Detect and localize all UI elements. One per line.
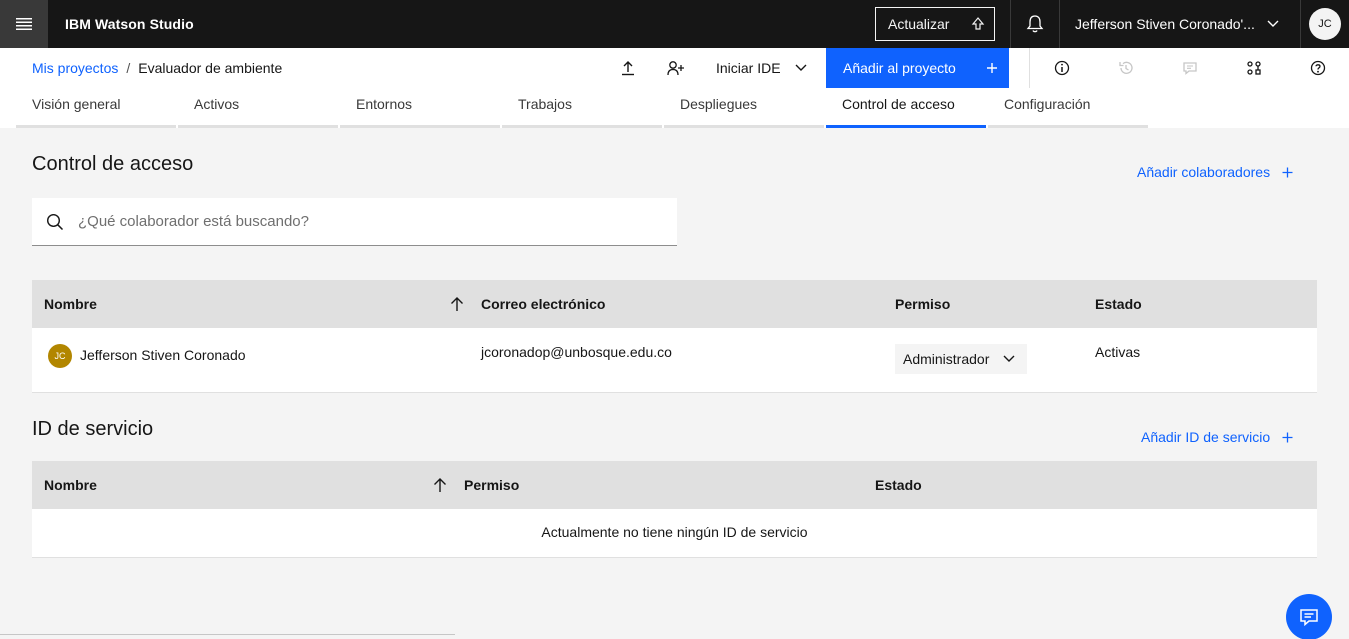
plus-icon: [986, 63, 997, 73]
search-input[interactable]: [78, 213, 638, 230]
chat-icon: [1300, 609, 1318, 627]
permission-dropdown[interactable]: Administrador: [895, 344, 1027, 374]
column-header-name[interactable]: Nombre: [44, 280, 97, 328]
start-ide-dropdown[interactable]: Iniciar IDE: [704, 48, 819, 88]
avatar: JC: [48, 344, 72, 368]
search-icon: [46, 213, 64, 230]
chevron-down-icon: [1003, 355, 1015, 362]
avatar[interactable]: JC: [1309, 8, 1341, 40]
collaborator-status: Activas: [1095, 344, 1141, 360]
collaborator-search: [32, 198, 677, 246]
service-id-table-header: Nombre Permiso Estado: [32, 461, 1317, 509]
add-service-id-link[interactable]: Añadir ID de servicio: [1141, 429, 1293, 445]
section-title-access-control: Control de acceso: [32, 153, 194, 175]
help-icon[interactable]: [1294, 48, 1342, 88]
section-title-service-id: ID de servicio: [32, 418, 154, 440]
column-header-status[interactable]: Estado: [1095, 280, 1142, 328]
empty-state-message: Actualmente no tiene ningún ID de servic…: [541, 524, 808, 540]
collaborator-email: jcoronadop@unbosque.edu.co: [481, 344, 672, 360]
breadcrumb-current: Evaluador de ambiente: [138, 60, 283, 76]
history-icon[interactable]: [1102, 48, 1150, 88]
update-button-label: Actualizar: [888, 16, 950, 32]
breadcrumb-separator: /: [126, 60, 131, 76]
add-to-project-button[interactable]: Añadir al proyecto: [826, 48, 1009, 88]
add-user-icon[interactable]: [652, 48, 700, 88]
column-header-permission[interactable]: Permiso: [895, 280, 950, 328]
upload-icon[interactable]: [604, 48, 652, 88]
collaborators-table-header: Nombre Correo electrónico Permiso Estado: [32, 280, 1317, 328]
user-name: Jefferson Stiven Coronado'...: [1075, 16, 1255, 32]
tab-settings[interactable]: Configuración: [988, 88, 1148, 128]
breadcrumb: Mis proyectos / Evaluador de ambiente: [32, 48, 282, 88]
chat-button[interactable]: [1286, 594, 1332, 639]
tab-jobs[interactable]: Trabajos: [502, 88, 662, 128]
project-tabs: Visión general Activos Entornos Trabajos…: [0, 88, 1349, 128]
chevron-down-icon: [795, 64, 807, 71]
arrow-up-icon[interactable]: [433, 477, 447, 493]
table-row: JC Jefferson Stiven Coronado jcoronadop@…: [32, 328, 1317, 393]
plus-icon: [1282, 432, 1293, 442]
divider: [1029, 48, 1030, 88]
top-header: IBM Watson Studio Actualizar Jefferson S…: [0, 0, 1349, 48]
data-flow-icon[interactable]: [1230, 48, 1278, 88]
column-header-name[interactable]: Nombre: [44, 461, 97, 509]
upgrade-icon: [972, 17, 985, 30]
breadcrumb-my-projects[interactable]: Mis proyectos: [32, 60, 118, 76]
add-collaborators-label: Añadir colaboradores: [1137, 164, 1271, 180]
permission-value: Administrador: [903, 351, 990, 367]
user-account-menu[interactable]: Jefferson Stiven Coronado'...: [1060, 0, 1300, 48]
empty-state-row: Actualmente no tiene ningún ID de servic…: [32, 509, 1317, 558]
product-name[interactable]: IBM Watson Studio: [65, 0, 194, 48]
tab-access-control[interactable]: Control de acceso: [826, 88, 986, 128]
column-header-permission[interactable]: Permiso: [464, 461, 519, 509]
comment-icon[interactable]: [1166, 48, 1214, 88]
tab-overview[interactable]: Visión general: [16, 88, 176, 128]
start-ide-label: Iniciar IDE: [716, 60, 781, 76]
collaborator-name: Jefferson Stiven Coronado: [80, 347, 246, 363]
add-to-project-label: Añadir al proyecto: [843, 60, 956, 76]
menu-icon[interactable]: [0, 0, 48, 48]
add-collaborators-link[interactable]: Añadir colaboradores: [1137, 164, 1293, 180]
divider: [1300, 0, 1301, 48]
tab-assets[interactable]: Activos: [178, 88, 338, 128]
column-header-email[interactable]: Correo electrónico: [481, 280, 605, 328]
plus-icon: [1282, 167, 1293, 177]
chevron-down-icon: [1267, 20, 1279, 27]
update-button[interactable]: Actualizar: [875, 7, 995, 41]
tab-environments[interactable]: Entornos: [340, 88, 500, 128]
column-header-status[interactable]: Estado: [875, 461, 922, 509]
arrow-up-icon[interactable]: [450, 296, 464, 312]
add-service-id-label: Añadir ID de servicio: [1141, 429, 1271, 445]
tab-deployments[interactable]: Despliegues: [664, 88, 824, 128]
info-icon[interactable]: [1038, 48, 1086, 88]
notification-icon[interactable]: [1011, 0, 1059, 48]
divider: [0, 634, 455, 635]
project-toolbar: Mis proyectos / Evaluador de ambiente In…: [0, 48, 1349, 88]
